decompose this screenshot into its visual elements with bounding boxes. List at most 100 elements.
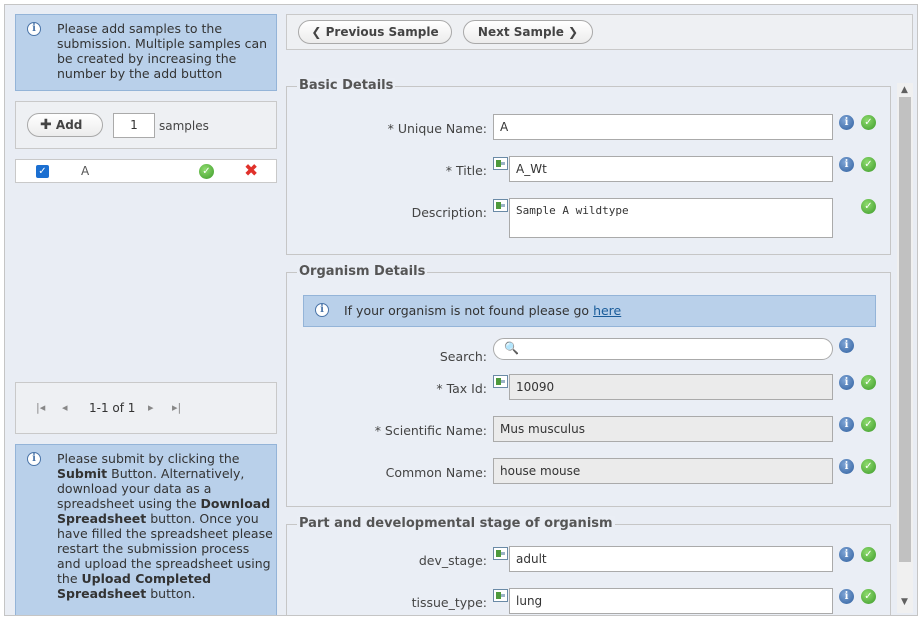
sample-list: ✓ A ✓ ✖ [15,159,277,183]
search-label: Search: [439,349,487,364]
check-icon: ✓ [861,199,876,214]
dev-stage-value: adult [516,552,547,566]
info-icon[interactable]: i [839,157,854,172]
plus-icon: ✚ [40,117,52,133]
common-name-input[interactable]: house mouse [493,458,833,484]
info-icon[interactable]: i [839,375,854,390]
tax-id-label: * Tax Id: [436,381,487,396]
tissue-type-input[interactable]: lung [509,588,833,614]
description-textarea[interactable]: Sample A wildtype [509,198,833,238]
magnifier-icon: 🔍 [504,341,519,355]
sample-count-input[interactable]: 1 [113,113,155,138]
check-icon: ✓ [861,115,876,130]
sample-checkbox[interactable]: ✓ [36,165,49,178]
submit-info-part: button. [146,586,196,601]
chevron-right-icon: ❯ [568,25,579,39]
tax-id-input[interactable]: 10090 [509,374,833,400]
add-samples-panel: ✚ Add 1 samples [15,101,277,149]
submit-info-part: Please submit by clicking the [57,451,240,466]
add-samples-info: i Please add samples to the submission. … [15,14,277,91]
sample-submission-window: i Please add samples to the submission. … [4,4,918,616]
form-scrollbar[interactable]: ▲ ▼ [897,83,913,613]
submit-info-text: Please submit by clicking the Submit But… [57,451,275,601]
unique-name-input[interactable]: A [493,114,833,140]
edit-icon[interactable] [493,547,508,560]
scrollbar-thumb[interactable] [899,97,911,562]
add-button-label: Add [55,118,83,132]
first-page-icon[interactable]: |◂ [36,401,45,414]
submit-info-bold: Submit [57,466,108,481]
organism-notice-text: If your organism is not found please go … [344,303,621,318]
edit-icon[interactable] [493,589,508,602]
tissue-type-value: lung [516,594,543,608]
edit-icon[interactable] [493,157,508,170]
organism-help-link[interactable]: here [593,303,621,318]
scroll-up-icon[interactable]: ▲ [901,85,908,95]
info-icon: i [315,303,329,317]
check-icon: ✓ [861,375,876,390]
description-label: Description: [411,205,487,220]
organism-notice: i If your organism is not found please g… [303,295,876,327]
check-icon: ✓ [861,417,876,432]
last-page-icon[interactable]: ▸| [172,401,181,414]
sample-toolbar: ❮ Previous Sample Next Sample ❯ [286,14,913,50]
prev-page-icon[interactable]: ◂ [62,401,68,414]
part-stage-legend: Part and developmental stage of organism [297,516,615,531]
samples-label: samples [159,119,209,133]
check-icon: ✓ [861,547,876,562]
check-icon: ✓ [199,164,214,179]
edit-icon[interactable] [493,375,508,388]
sample-name: A [81,164,90,178]
pager: |◂ ◂ 1-1 of 1 ▸ ▸| [15,382,277,434]
description-value: Sample A wildtype [516,204,629,217]
title-label: * Title: [445,163,487,178]
organism-details-legend: Organism Details [297,264,428,279]
info-icon: i [27,452,41,466]
tissue-type-label: tissue_type: [411,595,487,610]
organism-search-input[interactable]: 🔍 [493,338,833,360]
edit-icon[interactable] [493,199,508,212]
info-icon[interactable]: i [839,547,854,562]
common-name-label: Common Name: [385,465,487,480]
pager-text: 1-1 of 1 [89,401,136,415]
title-value: A_Wt [516,162,547,176]
scientific-name-input[interactable]: Mus musculus [493,416,833,442]
next-sample-label: Next Sample [477,25,564,39]
info-icon[interactable]: i [839,417,854,432]
next-sample-button[interactable]: Next Sample ❯ [463,20,593,44]
add-button[interactable]: ✚ Add [27,113,103,137]
organism-details-section: Organism Details i If your organism is n… [286,264,891,507]
scroll-down-icon[interactable]: ▼ [901,597,908,607]
check-icon: ✓ [861,157,876,172]
scientific-name-value: Mus musculus [500,422,585,436]
unique-name-label: * Unique Name: [387,121,487,136]
dev-stage-label: dev_stage: [418,553,487,568]
previous-sample-label: Previous Sample [325,25,439,39]
part-stage-section: Part and developmental stage of organism… [286,516,891,615]
chevron-left-icon: ❮ [311,25,322,39]
info-icon[interactable]: i [839,115,854,130]
sample-row[interactable]: ✓ A ✓ ✖ [16,160,276,182]
delete-icon[interactable]: ✖ [244,161,258,181]
unique-name-value: A [500,120,509,134]
info-icon[interactable]: i [839,589,854,604]
basic-details-section: Basic Details * Unique Name: A i ✓ * Tit… [286,78,891,255]
next-page-icon[interactable]: ▸ [148,401,154,414]
check-icon: ✓ [861,589,876,604]
info-icon: i [27,22,41,36]
add-samples-info-text: Please add samples to the submission. Mu… [57,21,268,81]
previous-sample-button[interactable]: ❮ Previous Sample [298,20,452,44]
sample-count-value: 1 [130,118,138,132]
basic-details-legend: Basic Details [297,78,396,93]
form-area: Basic Details * Unique Name: A i ✓ * Tit… [286,65,916,615]
title-input[interactable]: A_Wt [509,156,833,182]
check-icon: ✓ [861,459,876,474]
organism-notice-message: If your organism is not found please go [344,303,594,318]
info-icon[interactable]: i [839,338,854,353]
dev-stage-input[interactable]: adult [509,546,833,572]
scientific-name-label: * Scientific Name: [374,423,487,438]
tax-id-value: 10090 [516,380,555,394]
info-icon[interactable]: i [839,459,854,474]
submit-info: i Please submit by clicking the Submit B… [15,444,277,615]
common-name-value: house mouse [500,464,581,478]
